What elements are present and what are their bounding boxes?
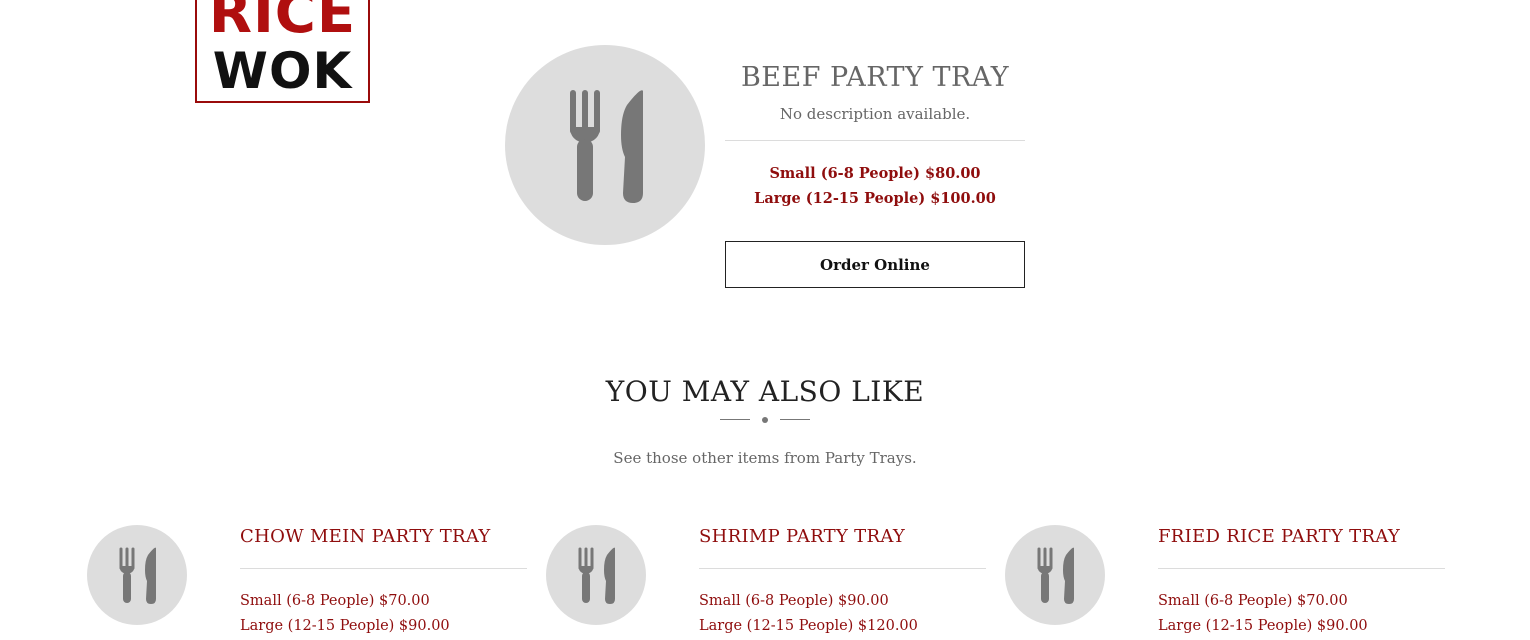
divider [240,568,527,569]
order-online-button[interactable]: Order Online [725,241,1025,288]
product-prices: Small (6-8 People) $80.00 Large (12-15 P… [725,161,1025,211]
related-item: SHRIMP PARTY TRAY Small (6-8 People) $90… [546,525,986,640]
price-small: Small (6-8 People) $80.00 [769,165,981,182]
price-large: Large (12-15 People) $90.00 [1158,618,1368,634]
related-item-image[interactable] [87,525,187,625]
rice-wok-logo[interactable]: RICE WOK [195,0,370,103]
related-item-title[interactable]: FRIED RICE PARTY TRAY [1158,525,1445,549]
divider [699,568,986,569]
related-item-prices: Small (6-8 People) $70.00 Large (12-15 P… [1158,589,1445,639]
related-item: FRIED RICE PARTY TRAY Small (6-8 People)… [1005,525,1445,640]
price-large: Large (12-15 People) $100.00 [754,190,996,207]
product-title: BEEF PARTY TRAY [740,62,1010,93]
section-subtitle: See those other items from Party Trays. [613,449,917,467]
fork-knife-icon [1037,547,1074,604]
related-item-image[interactable] [1005,525,1105,625]
related-item: CHOW MEIN PARTY TRAY Small (6-8 People) … [87,525,527,640]
price-small: Small (6-8 People) $70.00 [1158,593,1348,609]
ornament-dot [762,417,768,423]
divider [725,140,1025,141]
logo-text-wok: WOK [212,42,353,100]
product-details: BEEF PARTY TRAY No description available… [725,58,1025,288]
product-image-placeholder [505,45,705,245]
related-item-prices: Small (6-8 People) $70.00 Large (12-15 P… [240,589,527,639]
related-item-prices: Small (6-8 People) $90.00 Large (12-15 P… [699,589,986,639]
ornament-line-left [720,419,750,420]
related-item-info: SHRIMP PARTY TRAY Small (6-8 People) $90… [699,525,986,639]
related-item-info: FRIED RICE PARTY TRAY Small (6-8 People)… [1158,525,1445,639]
title-ornament [720,414,810,426]
price-small: Small (6-8 People) $70.00 [240,593,430,609]
related-item-title[interactable]: SHRIMP PARTY TRAY [699,525,986,549]
price-large: Large (12-15 People) $90.00 [240,618,450,634]
product-description: No description available. [779,105,971,123]
logo-text-rice: RICE [208,0,357,46]
fork-knife-icon [119,547,156,604]
fork-knife-icon [570,90,643,203]
price-large: Large (12-15 People) $120.00 [699,618,918,634]
related-item-image[interactable] [546,525,646,625]
fork-knife-icon [578,547,615,604]
related-item-title[interactable]: CHOW MEIN PARTY TRAY [240,525,527,549]
price-small: Small (6-8 People) $90.00 [699,593,889,609]
divider [1158,568,1445,569]
section-title: YOU MAY ALSO LIKE [605,375,925,408]
ornament-line-right [780,419,810,420]
related-item-info: CHOW MEIN PARTY TRAY Small (6-8 People) … [240,525,527,639]
